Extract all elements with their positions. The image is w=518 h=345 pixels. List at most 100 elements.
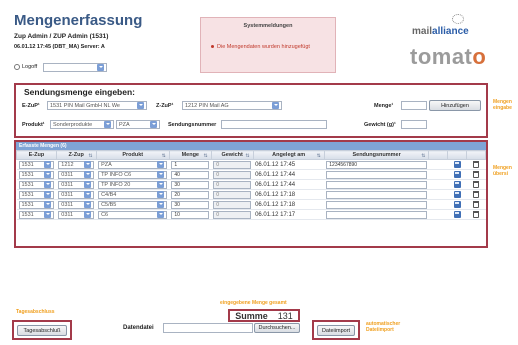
row-angelegt: 06.01.12 17:45 xyxy=(255,161,296,168)
row-ezup-select-value: 1531 xyxy=(21,181,34,188)
col-delete xyxy=(466,150,486,160)
delete-icon[interactable] xyxy=(473,211,480,218)
row-zzup-select[interactable]: 0311 xyxy=(58,180,95,189)
save-icon[interactable] xyxy=(453,201,461,208)
row-sendungsnummer-input[interactable] xyxy=(326,200,427,209)
row-zzup-select[interactable]: 1212 xyxy=(58,160,95,169)
save-icon[interactable] xyxy=(453,171,461,178)
table-row: 1531 0311 C4/B4 20 0 06.01.12 17:18 xyxy=(16,189,486,200)
delete-icon[interactable] xyxy=(473,161,480,168)
ezup-value: 1531 PIN Mail GmbH NL We xyxy=(50,102,120,109)
row-angelegt: 06.01.12 17:18 xyxy=(255,191,296,198)
save-icon[interactable] xyxy=(453,211,461,218)
save-icon[interactable] xyxy=(453,181,461,188)
row-sendungsnummer-input[interactable] xyxy=(326,170,427,179)
menge-label: Menge¹ xyxy=(374,103,394,109)
delete-icon[interactable] xyxy=(473,171,480,178)
language-select[interactable] xyxy=(43,63,107,72)
browse-button[interactable]: Durchsuchen... xyxy=(254,323,300,333)
add-button[interactable]: Hinzufügen xyxy=(429,100,481,111)
system-messages-title: Systemmeldungen xyxy=(243,23,293,29)
col-produkt[interactable]: Produkt ⇅ xyxy=(95,150,170,160)
row-menge-input[interactable]: 10 xyxy=(171,210,210,219)
produkt-select[interactable]: Sonderprodukte xyxy=(50,120,114,129)
row-sendungsnummer-input[interactable] xyxy=(326,210,427,219)
row-ezup-select[interactable]: 1531 xyxy=(18,180,55,189)
gewicht-input[interactable] xyxy=(401,120,427,129)
ezup-label: E-ZuP¹ xyxy=(22,103,40,109)
chevron-down-icon xyxy=(44,171,52,178)
col-ezup[interactable]: E-Zup xyxy=(16,150,57,160)
chevron-down-icon xyxy=(137,102,144,109)
day-close-button[interactable]: Tagesabschluß xyxy=(17,325,67,336)
page-title: Mengenerfassung xyxy=(14,12,143,29)
gewicht-label: Gewicht (g)¹ xyxy=(364,122,396,128)
save-icon[interactable] xyxy=(453,161,461,168)
save-icon[interactable] xyxy=(453,191,461,198)
row-zzup-select[interactable]: 0311 xyxy=(58,210,95,219)
row-spacer xyxy=(428,159,448,170)
delete-icon[interactable] xyxy=(473,181,480,188)
menge-input[interactable] xyxy=(401,101,427,110)
delete-icon[interactable] xyxy=(473,201,480,208)
row-ezup-select-value: 1531 xyxy=(21,201,34,208)
row-ezup-select[interactable]: 1531 xyxy=(18,160,55,169)
brand-mailalliance: mailalliance xyxy=(412,26,469,37)
row-sendungsnummer-input[interactable]: 1234567890 xyxy=(326,160,427,169)
logout-link[interactable]: Logoff xyxy=(14,64,37,70)
row-sendungsnummer-input[interactable] xyxy=(326,180,427,189)
col-angelegt[interactable]: Angelegt am ⇅ xyxy=(252,150,325,160)
sort-icon: ⇅ xyxy=(421,153,426,159)
row-menge-input[interactable]: 30 xyxy=(171,200,210,209)
row-produkt-select[interactable]: TP INFO C6 xyxy=(98,170,168,179)
row-menge-input[interactable]: 30 xyxy=(171,180,210,189)
row-produkt-select-value: TP INFO C6 xyxy=(101,171,132,178)
row-gewicht-input: 0 xyxy=(213,160,252,169)
subprodukt-select[interactable]: PZA xyxy=(116,120,160,129)
row-ezup-select[interactable]: 1531 xyxy=(18,190,55,199)
ezup-select[interactable]: 1531 PIN Mail GmbH NL We xyxy=(47,101,147,110)
col-gewicht-label: Gewicht xyxy=(221,152,243,158)
row-produkt-select[interactable]: C4/B4 xyxy=(98,190,168,199)
table-header-row: E-Zup Z-Zup ⇅ Produkt ⇅ Menge ⇅ Gewicht ⇅ An… xyxy=(16,150,486,160)
chevron-down-icon xyxy=(44,201,52,208)
subprodukt-value: PZA xyxy=(119,121,130,128)
row-zzup-select[interactable]: 0311 xyxy=(58,170,95,179)
file-import-button[interactable]: Dateiimport xyxy=(317,325,355,336)
row-sendungsnummer-input[interactable] xyxy=(326,190,427,199)
delete-icon[interactable] xyxy=(473,191,480,198)
row-zzup-select-value: 1212 xyxy=(61,161,74,168)
row-produkt-select[interactable]: C6 xyxy=(98,210,168,219)
produkt-label: Produkt¹ xyxy=(22,122,45,128)
system-message: Die Mengendaten wurden hinzugefügt xyxy=(211,44,310,50)
row-produkt-select[interactable]: C5/B5 xyxy=(98,200,168,209)
chevron-down-icon xyxy=(44,211,52,218)
col-zzup[interactable]: Z-Zup ⇅ xyxy=(55,150,97,160)
bullet-icon xyxy=(211,45,214,49)
col-gewicht[interactable]: Gewicht ⇅ xyxy=(210,150,254,160)
row-menge-input[interactable]: 20 xyxy=(171,190,210,199)
row-menge-input[interactable]: 40 xyxy=(171,170,210,179)
row-zzup-select[interactable]: 0311 xyxy=(58,200,95,209)
brand-tomato-accent: o xyxy=(472,44,487,69)
col-sendungsnummer[interactable]: Sendungsnummer ⇅ xyxy=(323,150,430,160)
row-produkt-select[interactable]: TP INFO 20 xyxy=(98,180,168,189)
sort-icon: ⇅ xyxy=(245,153,250,159)
chevron-down-icon xyxy=(157,161,165,168)
zzup-select[interactable]: 1212 PIN Mail AG xyxy=(182,101,282,110)
dateiimport-note: automatischer Dateiimport xyxy=(366,321,401,333)
row-ezup-select[interactable]: 1531 xyxy=(18,200,55,209)
file-input[interactable] xyxy=(163,323,253,333)
row-ezup-select[interactable]: 1531 xyxy=(18,210,55,219)
row-menge-input[interactable]: 1 xyxy=(171,160,210,169)
table-caption: Erfasste Mengen (6) xyxy=(16,142,486,150)
row-zzup-select[interactable]: 0311 xyxy=(58,190,95,199)
col-menge[interactable]: Menge ⇅ xyxy=(168,150,212,160)
chevron-down-icon xyxy=(157,191,165,198)
chevron-down-icon xyxy=(84,181,92,188)
row-ezup-select[interactable]: 1531 xyxy=(18,170,55,179)
row-produkt-select[interactable]: PZA xyxy=(98,160,168,169)
sort-icon: ⇅ xyxy=(203,153,208,159)
row-produkt-select-value: C5/B5 xyxy=(101,201,117,208)
sendungsnummer-input[interactable] xyxy=(221,120,327,129)
